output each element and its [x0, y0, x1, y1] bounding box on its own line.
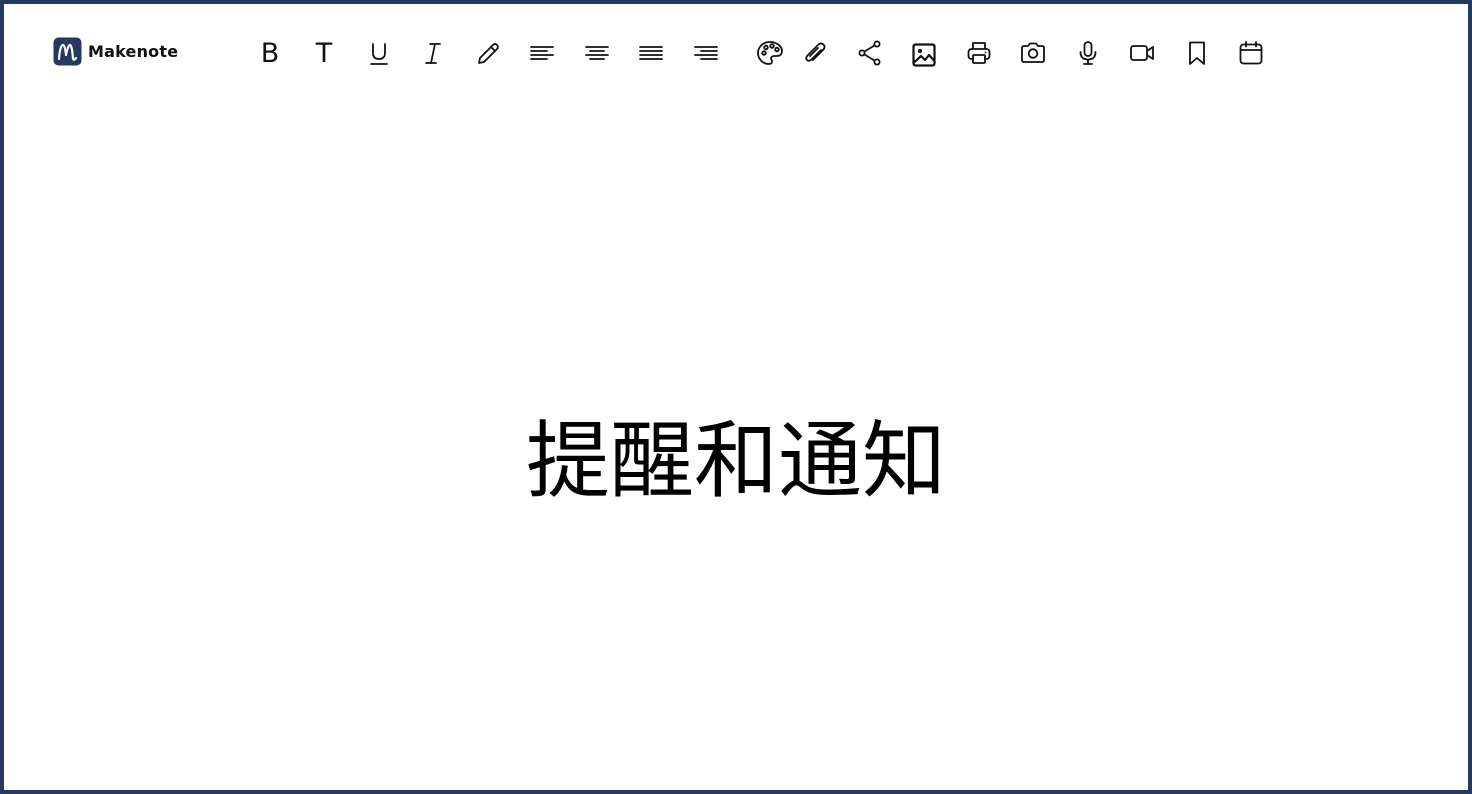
makenote-logo-icon [53, 37, 82, 65]
italic-icon [425, 43, 441, 64]
app-window: Makenote B T 提醒和通知 [0, 0, 1472, 794]
align-right-icon [694, 46, 718, 60]
text-button[interactable]: T [305, 33, 343, 73]
calendar-icon [1239, 41, 1263, 65]
bold-icon: B [260, 37, 280, 69]
bold-button[interactable]: B [251, 33, 289, 73]
pen-button[interactable] [469, 33, 507, 73]
attach-button[interactable] [796, 33, 834, 73]
italic-button[interactable] [414, 33, 452, 73]
video-icon [1130, 45, 1154, 61]
align-right-button[interactable] [687, 33, 725, 73]
printer-icon [967, 42, 991, 64]
camera-icon [1021, 42, 1045, 63]
image-button[interactable] [905, 33, 943, 73]
note-heading[interactable]: 提醒和通知 [4, 406, 1468, 516]
align-left-icon [530, 46, 554, 60]
palette-icon [757, 41, 783, 65]
align-center-button[interactable] [578, 33, 616, 73]
app-logo[interactable]: Makenote [53, 35, 178, 67]
microphone-icon [1079, 41, 1097, 65]
align-left-button[interactable] [523, 33, 561, 73]
underline-icon [370, 43, 388, 65]
align-center-icon [585, 46, 609, 60]
video-button[interactable] [1123, 33, 1161, 73]
align-justify-button[interactable] [632, 33, 670, 73]
color-button[interactable] [751, 33, 789, 73]
bookmark-button[interactable] [1178, 33, 1216, 73]
text-icon: T [315, 37, 333, 69]
bookmark-icon [1189, 41, 1205, 65]
underline-button[interactable] [360, 33, 398, 73]
pen-icon [478, 43, 499, 64]
microphone-button[interactable] [1069, 33, 1107, 73]
image-icon [912, 43, 936, 67]
app-name: Makenote [88, 41, 179, 61]
paperclip-icon [805, 42, 826, 62]
calendar-button[interactable] [1232, 33, 1270, 73]
align-justify-icon [639, 46, 663, 60]
share-button[interactable] [851, 33, 889, 73]
print-button[interactable] [960, 33, 998, 73]
camera-button[interactable] [1014, 33, 1052, 73]
share-icon [858, 40, 881, 66]
